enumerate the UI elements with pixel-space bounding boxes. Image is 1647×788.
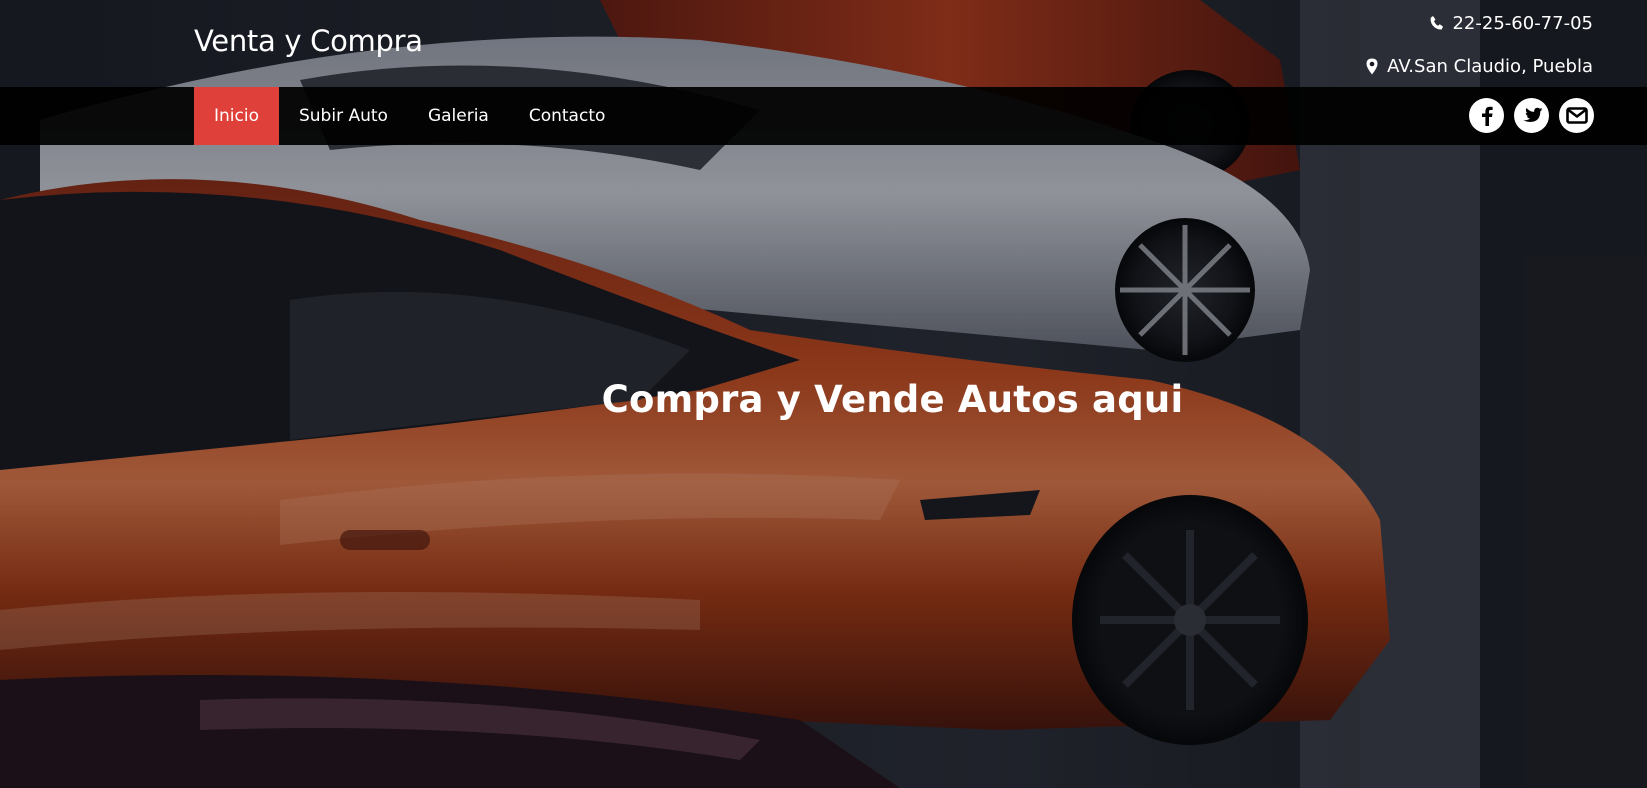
map-marker-icon (1364, 57, 1380, 75)
brand-title[interactable]: Venta y Compra (194, 24, 423, 58)
nav-item-contacto[interactable]: Contacto (509, 87, 626, 145)
main-navbar: Inicio Subir Auto Galeria Contacto (0, 87, 1647, 145)
nav-item-subir-auto[interactable]: Subir Auto (279, 87, 408, 145)
phone-icon (1429, 14, 1445, 32)
facebook-icon[interactable] (1469, 98, 1504, 133)
nav-item-inicio[interactable]: Inicio (194, 87, 279, 145)
phone-number: 22-25-60-77-05 (1452, 12, 1593, 34)
twitter-icon[interactable] (1514, 98, 1549, 133)
social-links (1469, 98, 1594, 133)
envelope-icon[interactable] (1559, 98, 1594, 133)
page: Venta y Compra 22-25-60-77-05 AV.San Cla… (0, 0, 1647, 788)
hero-title: Compra y Vende Autos aqui (601, 378, 1184, 421)
phone-line: 22-25-60-77-05 (1364, 10, 1593, 36)
address-text: AV.San Claudio, Puebla (1387, 55, 1593, 77)
nav-list: Inicio Subir Auto Galeria Contacto (194, 87, 625, 145)
address-line: AV.San Claudio, Puebla (1364, 53, 1593, 79)
nav-item-galeria[interactable]: Galeria (408, 87, 509, 145)
contact-info: 22-25-60-77-05 AV.San Claudio, Puebla (1364, 10, 1593, 79)
